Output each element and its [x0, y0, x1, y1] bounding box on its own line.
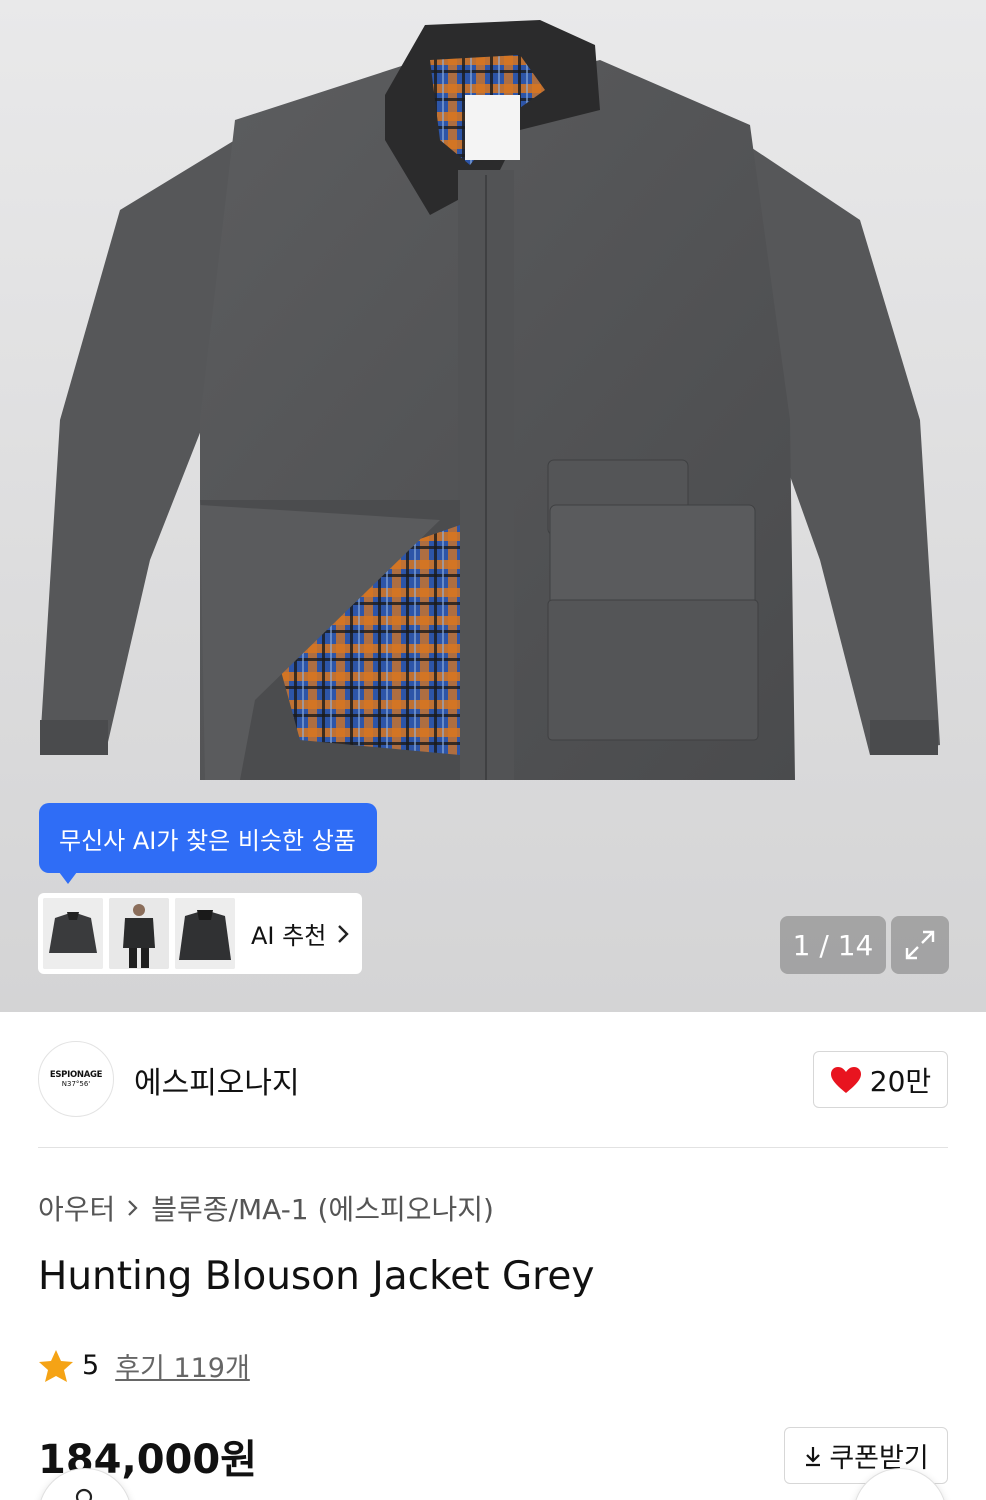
ai-recommend-link[interactable]: AI 추천 [251, 916, 350, 951]
expand-button[interactable] [891, 916, 949, 974]
chevron-right-icon [338, 924, 349, 943]
download-icon [806, 1446, 821, 1466]
rating-score: 5 [82, 1350, 100, 1381]
ai-recommend-strip[interactable]: AI 추천 [38, 893, 362, 974]
divider [38, 1147, 948, 1148]
search-icon [75, 1488, 93, 1500]
brand-logo[interactable]: ESPIONAGE N37°56' [38, 1041, 114, 1117]
brand-logo-line2: N37°56' [61, 1080, 91, 1088]
expand-icon [905, 930, 935, 960]
ai-similar-tooltip[interactable]: 무신사 AI가 찾은 비슷한 상품 [39, 803, 377, 884]
brand-logo-line1: ESPIONAGE [49, 1070, 103, 1080]
like-count: 20만 [869, 1064, 932, 1098]
breadcrumb-category[interactable]: 아우터 [38, 1188, 115, 1228]
chevron-right-icon [128, 1200, 138, 1216]
ai-recommend-label: AI 추천 [251, 922, 327, 950]
review-link[interactable]: 후기 119개 [115, 1346, 250, 1385]
recommend-thumbnail[interactable] [109, 898, 169, 969]
product-title: Hunting Blouson Jacket Grey [38, 1254, 595, 1299]
product-image-gallery[interactable]: 무신사 AI가 찾은 비슷한 상품 AI 추천 1 / 14 [0, 0, 986, 1012]
brand-name[interactable]: 에스피오나지 [134, 1058, 300, 1102]
recommend-thumbnail[interactable] [43, 898, 103, 969]
like-button[interactable]: 20만 [813, 1051, 948, 1108]
star-icon [39, 1349, 73, 1382]
breadcrumb-subcategory[interactable]: 블루종/MA-1 (에스피오나지) [151, 1188, 494, 1228]
recommend-thumbnail[interactable] [175, 898, 235, 969]
rating-row: 5 후기 119개 [38, 1346, 250, 1385]
breadcrumb: 아우터 블루종/MA-1 (에스피오나지) [38, 1188, 494, 1228]
image-counter: 1 / 14 [780, 916, 886, 974]
heart-icon [830, 1066, 861, 1093]
image-counter-text: 1 / 14 [792, 928, 874, 962]
ai-tooltip-text: 무신사 AI가 찾은 비슷한 상품 [59, 826, 356, 855]
